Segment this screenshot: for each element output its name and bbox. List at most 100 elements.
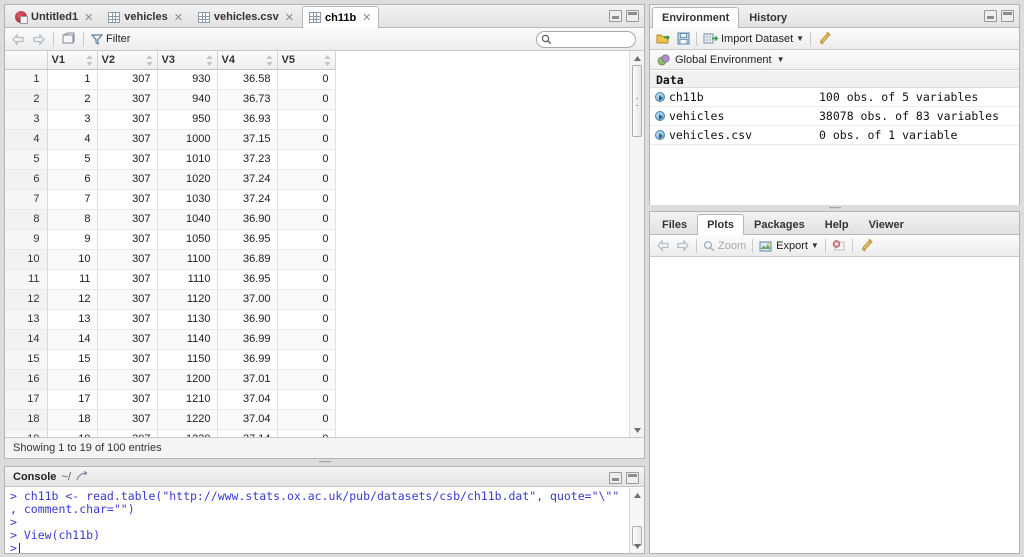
tab-plots[interactable]: Plots [697,214,744,235]
data-grid-icon [308,12,321,23]
environment-window-controls [984,10,1014,22]
scroll-down-arrow[interactable] [630,423,644,437]
console-output[interactable]: > ch11b <- read.table("http://www.stats.… [5,488,629,553]
filter-button[interactable]: Filter [91,33,130,45]
viewer-tab-vehicles[interactable]: vehicles ✕ [101,6,191,27]
column-header-v5[interactable]: V5 [277,51,336,70]
viewer-tab-vehicles-csv[interactable]: vehicles.csv ✕ [191,6,302,27]
tab-environment[interactable]: Environment [652,7,740,28]
back-arrow-icon[interactable] [11,32,25,46]
environment-object-row[interactable]: vehicles.csv 0 obs. of 1 variable [650,126,1019,145]
table-row[interactable]: 4 4 307 1000 37.15 0 [5,129,336,150]
open-folder-icon[interactable] [656,32,671,45]
table-row[interactable]: 13 13 307 1130 36.90 0 [5,309,336,330]
minimize-button[interactable] [609,472,622,484]
table-row[interactable]: 11 11 307 1110 36.95 0 [5,269,336,290]
tab-label: Environment [662,12,730,24]
console-prompt-line[interactable]: > [10,542,629,553]
environment-scope-selector[interactable]: Global Environment ▼ [650,50,1019,70]
viewer-vertical-scrollbar[interactable] [629,51,644,437]
plot-display-area[interactable] [650,257,1019,553]
minimize-button[interactable] [984,10,997,22]
maximize-button[interactable] [626,10,639,22]
table-row[interactable]: 10 10 307 1100 36.89 0 [5,249,336,270]
minimize-button[interactable] [609,10,622,22]
table-row[interactable]: 6 6 307 1020 37.24 0 [5,169,336,190]
environment-object-row[interactable]: ch11b 100 obs. of 5 variables [650,88,1019,107]
broom-icon[interactable] [859,239,873,252]
row-number-cell: 6 [5,169,48,190]
table-row[interactable]: 18 18 307 1220 37.04 0 [5,409,336,430]
remove-plot-icon[interactable] [832,239,846,252]
expand-object-icon[interactable] [655,130,665,140]
zoom-button[interactable]: Zoom [703,240,746,252]
data-grid[interactable]: V1 V2 V3 V4 V5 1 1 307 930 36.58 0 2 2 3… [5,51,644,437]
scroll-down-arrow[interactable] [630,539,644,553]
viewer-tab-ch11b[interactable]: ch11b ✕ [301,6,380,28]
column-label: V2 [101,53,115,66]
viewer-console-splitter[interactable] [4,459,645,465]
back-arrow-icon[interactable] [656,239,670,252]
tab-history[interactable]: History [739,7,797,27]
column-header-v4[interactable]: V4 [217,51,278,70]
tab-packages[interactable]: Packages [744,214,815,234]
expand-object-icon[interactable] [655,92,665,102]
popout-console-icon[interactable] [76,471,89,482]
table-row[interactable]: 3 3 307 950 36.93 0 [5,109,336,130]
table-cell: 1130 [157,309,218,330]
sort-arrows-icon[interactable] [146,55,153,66]
chevron-down-icon [634,544,641,549]
broom-icon[interactable] [817,32,831,45]
table-cell: 37.04 [217,389,278,410]
tab-help[interactable]: Help [815,214,859,234]
column-header-v3[interactable]: V3 [157,51,218,70]
tab-files[interactable]: Files [652,214,697,234]
table-row[interactable]: 17 17 307 1210 37.04 0 [5,389,336,410]
table-row[interactable]: 2 2 307 940 36.73 0 [5,89,336,110]
maximize-button[interactable] [626,472,639,484]
table-row[interactable]: 15 15 307 1150 36.99 0 [5,349,336,370]
sort-arrows-icon[interactable] [206,55,213,66]
scroll-up-arrow[interactable] [630,488,644,502]
export-button[interactable]: Export ▼ [759,240,819,252]
tab-viewer[interactable]: Viewer [859,214,914,234]
column-header-v2[interactable]: V2 [97,51,158,70]
table-row[interactable]: 7 7 307 1030 37.24 0 [5,189,336,210]
close-icon[interactable]: ✕ [362,11,371,24]
table-row[interactable]: 1 1 307 930 36.58 0 [5,69,336,90]
search-input[interactable] [555,34,633,45]
import-dataset-button[interactable]: Import Dataset ▼ [703,33,804,45]
table-row[interactable]: 12 12 307 1120 37.00 0 [5,289,336,310]
expand-object-icon[interactable] [655,111,665,121]
chevron-up-icon [634,493,641,498]
environment-object-row[interactable]: vehicles 38078 obs. of 83 variables [650,107,1019,126]
table-row[interactable]: 9 9 307 1050 36.95 0 [5,229,336,250]
close-icon[interactable]: ✕ [174,11,183,24]
close-icon[interactable]: ✕ [84,11,93,24]
table-row[interactable]: 8 8 307 1040 36.90 0 [5,209,336,230]
forward-arrow-icon[interactable] [32,32,46,46]
table-row[interactable]: 14 14 307 1140 36.99 0 [5,329,336,350]
scroll-thumb[interactable] [632,65,642,137]
viewer-tab-untitled1[interactable]: Untitled1 ✕ [8,6,101,27]
table-row[interactable]: 1919307123037.140 [5,429,336,437]
forward-arrow-icon[interactable] [676,239,690,252]
table-cell: 17 [47,389,98,410]
search-box[interactable] [536,31,636,48]
close-icon[interactable]: ✕ [285,11,294,24]
row-number-cell: 15 [5,349,48,370]
sort-arrows-icon[interactable] [266,55,273,66]
sort-arrows-icon[interactable] [324,55,331,66]
column-header-v1[interactable]: V1 [47,51,98,70]
table-row[interactable]: 16 16 307 1200 37.01 0 [5,369,336,390]
refresh-view-icon[interactable] [61,32,76,46]
scroll-up-arrow[interactable] [630,51,644,65]
maximize-button[interactable] [1001,10,1014,22]
console-scrollbar[interactable] [629,488,644,553]
table-row[interactable]: 5 5 307 1010 37.23 0 [5,149,336,170]
sort-arrows-icon[interactable] [86,55,93,66]
row-number-cell: 7 [5,189,48,210]
table-cell: 0 [277,109,336,130]
splitter-grip [828,207,841,209]
save-disk-icon[interactable] [677,32,690,45]
